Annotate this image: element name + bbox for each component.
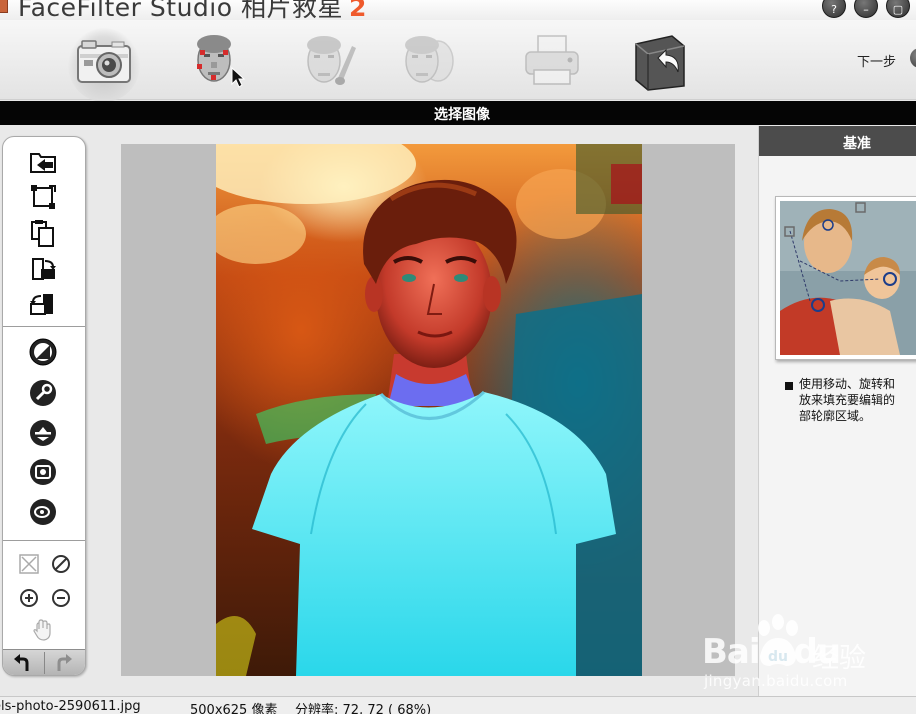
fit-window-tool[interactable]: [11, 549, 47, 579]
open-file-icon: [30, 153, 56, 173]
fit-window-icon: [19, 554, 39, 574]
zoom-out-tool[interactable]: [43, 583, 79, 613]
palette-divider: [3, 326, 85, 327]
effect-tool[interactable]: [25, 497, 61, 527]
rotate-left-tool[interactable]: [25, 289, 61, 319]
rotate-right-tool[interactable]: [25, 254, 61, 284]
palette-footer: [3, 649, 85, 675]
title-bar: FaceFilter Studio 相片救星 2 ? – ▢: [0, 0, 916, 20]
crop-icon: [31, 185, 56, 209]
levels-tool[interactable]: [25, 418, 61, 448]
minimize-icon[interactable]: –: [854, 0, 878, 18]
undo-icon: [14, 654, 29, 671]
redo-icon: [57, 654, 72, 671]
levels-icon: [30, 420, 56, 446]
rotate-right-icon: [32, 258, 56, 280]
save-folder-icon: [635, 35, 685, 91]
step-mark-face[interactable]: [186, 28, 250, 92]
step-compare[interactable]: [398, 28, 462, 92]
zoom-in-icon: [20, 589, 38, 607]
watermark-url: jingyan.baidu.com: [704, 672, 848, 690]
paw-icon: du: [758, 614, 798, 666]
reference-panel: 基准 使用移动、旋转和 放来填充要编辑的 部轮廓区域。: [758, 126, 916, 696]
copy-icon: [31, 220, 54, 247]
printer-icon: [525, 35, 579, 85]
step-edit-face[interactable]: [296, 28, 360, 92]
pan-tool[interactable]: [25, 615, 61, 645]
reference-thumbnail: [775, 196, 916, 360]
app-title-cn: 相片救星: [240, 0, 343, 20]
zoom-out-icon: [52, 589, 70, 607]
reference-panel-header: 基准: [759, 126, 916, 156]
help-icon[interactable]: ?: [822, 0, 846, 18]
watermark-jingyan: 经验: [812, 643, 866, 674]
close-icon[interactable]: ▢: [886, 0, 910, 18]
photo-illustration: [216, 144, 642, 676]
status-image-size: 500x625 像素: [190, 703, 278, 714]
brightness-icon: [29, 338, 57, 366]
next-step-button[interactable]: [910, 48, 916, 68]
reference-painting-image: [780, 201, 916, 355]
photo-image: [216, 144, 642, 676]
hint-bullet: [785, 382, 793, 390]
color-icon: [30, 459, 56, 485]
crop-tool[interactable]: [25, 182, 61, 212]
next-step-label[interactable]: 下一步: [857, 51, 896, 70]
image-canvas[interactable]: [121, 144, 735, 676]
step-select-image[interactable]: [68, 28, 140, 102]
open-image-tool[interactable]: [25, 147, 61, 177]
undo-button[interactable]: [5, 648, 41, 678]
tool-palette: [2, 136, 86, 676]
svg-text:du: du: [768, 649, 788, 665]
rotate-left-icon: [30, 294, 53, 315]
status-filename: els-photo-2590611.jpg: [0, 699, 141, 714]
reference-panel-title: 基准: [843, 136, 871, 152]
copy-tool[interactable]: [25, 219, 61, 249]
baidu-watermark: Bai du du 经验 jingyan.baidu.com: [700, 612, 910, 692]
wrench-icon: [30, 380, 56, 406]
camera-icon: [77, 40, 131, 83]
face-compare-icon: [405, 36, 454, 83]
zoom-in-tool[interactable]: [11, 583, 47, 613]
status-resolution: 分辨率: 72, 72 ( 68%): [295, 703, 432, 714]
app-title-version: 2: [349, 0, 367, 20]
face-markers-icon: [197, 35, 246, 88]
step-save[interactable]: [628, 28, 692, 92]
hint-text: 使用移动、旋转和 放来填充要编辑的 部轮廓区域。: [799, 377, 896, 423]
app-logo-icon: [0, 0, 8, 13]
effect-icon: [30, 499, 56, 525]
brightness-tool[interactable]: [25, 337, 61, 367]
face-brush-icon: [307, 36, 356, 85]
adjust-tool[interactable]: [25, 378, 61, 408]
wizard-toolbar: 下一步: [0, 20, 916, 102]
color-tool[interactable]: [25, 457, 61, 487]
step-print[interactable]: [520, 28, 584, 92]
section-bar: 选择图像: [0, 101, 916, 125]
app-title-en: FaceFilter Studio: [18, 0, 233, 20]
app-title: FaceFilter Studio 相片救星 2: [18, 0, 367, 20]
redo-button[interactable]: [45, 648, 81, 678]
section-title: 选择图像: [434, 107, 490, 123]
reset-tool[interactable]: [43, 549, 79, 579]
palette-divider: [3, 540, 85, 541]
status-bar: els-photo-2590611.jpg 500x625 像素 分辨率: 72…: [0, 696, 916, 714]
hand-icon: [33, 619, 51, 641]
no-entry-icon: [52, 555, 70, 573]
